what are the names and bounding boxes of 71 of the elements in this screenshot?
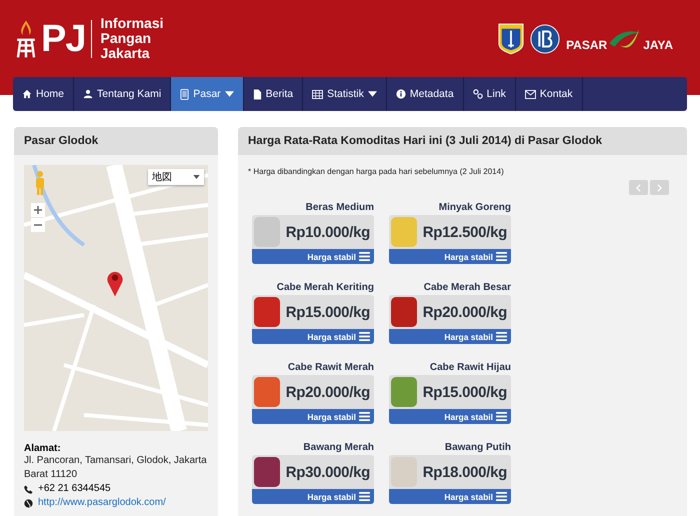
bars-icon: [496, 252, 507, 261]
info-icon: [396, 89, 406, 99]
zoom-out-icon[interactable]: [31, 218, 45, 232]
commodity-name: Beras Medium: [304, 201, 374, 215]
commodity-name: Cabe Merah Besar: [422, 281, 511, 295]
bars-icon: [496, 332, 507, 341]
commodity-name: Bawang Putih: [444, 441, 511, 455]
globe-icon: [24, 498, 33, 508]
commodity-name: Cabe Rawit Merah: [286, 361, 374, 375]
person-icon[interactable]: [34, 170, 46, 196]
comparison-note: * Harga dibandingkan dengan harga pada hari sebelumnya (2 Juli 2014): [248, 167, 505, 176]
caret-icon: [193, 175, 200, 179]
panel-title: Pasar Glodok: [14, 127, 218, 155]
map-type-dropdown[interactable]: 地図: [148, 169, 204, 185]
photo-placeholder: [391, 457, 417, 487]
bars-icon: [496, 492, 507, 501]
site-title: Informasi Pangan Jakarta: [99, 16, 164, 61]
commodity-name: Cabe Rawit Hijau: [428, 361, 511, 375]
price-status-bar: Harga stabil: [389, 249, 511, 264]
photo-placeholder: [254, 457, 280, 487]
nav-tab[interactable]: Kontak: [516, 77, 583, 111]
city-emblem-icon: [498, 22, 524, 54]
price-status-bar: Harga stabil: [252, 329, 374, 344]
chevron-left-icon: [636, 184, 641, 192]
phone-number: +62 21 6344545: [38, 482, 111, 496]
price-status-bar: Harga stabil: [389, 489, 511, 504]
photo-placeholder: [254, 297, 280, 327]
photo-placeholder: [391, 377, 417, 407]
panel-title: Harga Rata-Rata Komoditas Hari ini (3 Juli 2014) di Pasar Glodok: [238, 127, 687, 155]
market-company-logo: PASAR JAYA: [566, 26, 673, 52]
photo-placeholder: [391, 297, 417, 327]
price-status-bar: Harga stabil: [389, 409, 511, 424]
chevron-right-icon: [657, 184, 662, 192]
address-text: Jl. Pancoran, Tamansari, Glodok, Jakarta Barat 11120: [24, 454, 208, 482]
logo-mark: PJ: [41, 20, 92, 58]
bars-icon: [359, 252, 370, 261]
next-button[interactable]: [650, 180, 669, 195]
photo-placeholder: [254, 377, 280, 407]
nav-tab[interactable]: Pasar: [171, 77, 244, 111]
commodity-name: Cabe Merah Keriting: [276, 281, 374, 295]
address-label: Alamat:: [24, 443, 62, 454]
user-icon: [83, 89, 94, 99]
bars-icon: [359, 492, 370, 501]
price-status-bar: Harga stabil: [252, 249, 374, 264]
envelope-icon: [524, 90, 536, 98]
previous-button[interactable]: [629, 180, 648, 195]
commodity-name: Bawang Merah: [302, 441, 374, 455]
commodity-name: Minyak Goreng: [438, 201, 511, 215]
bank-emblem-icon: [530, 24, 560, 54]
table-icon: [312, 90, 324, 98]
nav-tab[interactable]: Metadata: [386, 77, 464, 111]
zoom-in-icon[interactable]: [31, 203, 45, 217]
price-status-bar: Harga stabil: [252, 409, 374, 424]
nav-tab[interactable]: Berita: [244, 77, 304, 111]
website-link[interactable]: http://www.pasarglodok.com/: [38, 496, 166, 510]
phone-icon: [24, 484, 33, 494]
home-icon: [22, 89, 32, 99]
tablet-icon: [180, 88, 190, 100]
link-icon: [472, 89, 483, 99]
photo-placeholder: [391, 217, 417, 247]
photo-placeholder: [254, 217, 280, 247]
bars-icon: [359, 412, 370, 421]
nav-tab[interactable]: Home: [13, 77, 74, 111]
price-status-bar: Harga stabil: [252, 489, 374, 504]
document-icon: [252, 88, 262, 100]
bars-icon: [359, 332, 370, 341]
bars-icon: [496, 412, 507, 421]
nav-tab[interactable]: Link: [464, 77, 516, 111]
map-pin-icon: [106, 269, 124, 297]
nav-tab[interactable]: Statistik: [303, 77, 387, 111]
price-status-bar: Harga stabil: [389, 329, 511, 344]
